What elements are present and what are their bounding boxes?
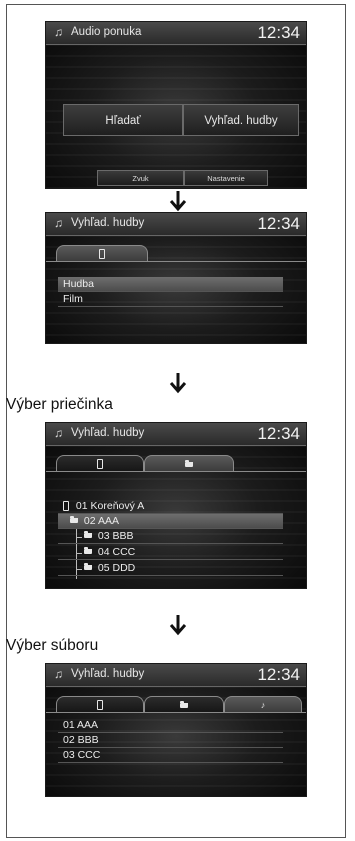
step-label-folder: Výber priečinka — [6, 396, 113, 413]
settings-button[interactable]: Nastavenie — [184, 170, 268, 186]
folder-icon — [84, 531, 92, 539]
folder-name: 04 CCC — [97, 546, 136, 558]
music-note-icon: ♫ — [54, 667, 63, 681]
folder-select-screen: ♫ Vyhľad. hudby 12:34 01 Koreňový A 02 A… — [45, 422, 307, 589]
tab-usb[interactable] — [56, 245, 148, 262]
list-item[interactable]: 03 BBB — [58, 529, 283, 544]
list-item[interactable]: 01 Koreňový A — [58, 499, 283, 514]
list-item[interactable]: 02 AAA — [58, 514, 283, 529]
clock: 12:34 — [257, 23, 300, 42]
music-note-icon: ♪ — [260, 700, 266, 710]
folder-icon — [70, 516, 78, 524]
music-search-screen: ♫ Vyhľad. hudby 12:34 Hudba Film — [45, 212, 307, 344]
file-select-screen: ♫ Vyhľad. hudby 12:34 ♪ 01 AAA 02 BBB 03… — [45, 663, 307, 797]
folder-icon — [185, 459, 193, 467]
tab-usb[interactable] — [56, 455, 144, 472]
list-item[interactable]: Film — [58, 292, 283, 307]
clock: 12:34 — [257, 424, 300, 443]
folder-icon — [84, 547, 92, 555]
tab-songs[interactable]: ♪ — [224, 696, 302, 713]
step-label-file: Výber súboru — [6, 637, 99, 654]
title-bar: ♫ Vyhľad. hudby 12:34 — [46, 213, 306, 236]
usb-icon — [99, 249, 105, 260]
folder-name: 05 DDD — [97, 562, 136, 574]
tab-folder[interactable] — [144, 696, 224, 713]
tab-usb[interactable] — [56, 696, 144, 713]
screen-title: Vyhľad. hudby — [71, 217, 145, 229]
music-search-button[interactable]: Vyhľad. hudby — [183, 104, 299, 136]
tab-divider — [46, 471, 306, 472]
clock: 12:34 — [257, 665, 300, 684]
list-item[interactable]: 05 DDD — [58, 561, 283, 576]
down-arrow-icon — [169, 615, 187, 636]
folder-name: 01 Koreňový A — [75, 500, 145, 512]
search-button[interactable]: Hľadať — [63, 104, 183, 136]
list-item[interactable]: 03 CCC — [58, 748, 283, 763]
screen-title: Audio ponuka — [71, 26, 142, 38]
title-bar: ♫ Vyhľad. hudby 12:34 — [46, 664, 306, 687]
list-item[interactable]: 01 AAA — [58, 718, 283, 733]
tab-divider — [46, 261, 306, 262]
music-note-icon: ♫ — [54, 25, 63, 39]
sound-button[interactable]: Zvuk — [97, 170, 184, 186]
list-item[interactable]: Hudba — [58, 277, 283, 292]
title-bar: ♫ Audio ponuka 12:34 — [46, 22, 306, 45]
audio-menu-screen: ♫ Audio ponuka 12:34 Hľadať Vyhľad. hudb… — [45, 21, 307, 189]
list-item[interactable]: 02 BBB — [58, 733, 283, 748]
folder-name: 02 AAA — [83, 515, 119, 527]
down-arrow-icon — [169, 373, 187, 394]
folder-icon — [180, 700, 188, 708]
usb-icon — [63, 500, 69, 511]
down-arrow-icon — [169, 191, 187, 212]
music-note-icon: ♫ — [54, 216, 63, 230]
list-item[interactable]: 04 CCC — [58, 545, 283, 560]
clock: 12:34 — [257, 214, 300, 233]
tab-folder[interactable] — [144, 455, 234, 472]
usb-icon — [97, 700, 103, 711]
title-bar: ♫ Vyhľad. hudby 12:34 — [46, 423, 306, 446]
screen-title: Vyhľad. hudby — [71, 668, 145, 680]
tab-divider — [46, 712, 306, 713]
folder-name: 03 BBB — [97, 530, 134, 542]
music-note-icon: ♫ — [54, 426, 63, 440]
usb-icon — [97, 459, 103, 470]
folder-icon — [84, 563, 92, 571]
screen-title: Vyhľad. hudby — [71, 427, 145, 439]
